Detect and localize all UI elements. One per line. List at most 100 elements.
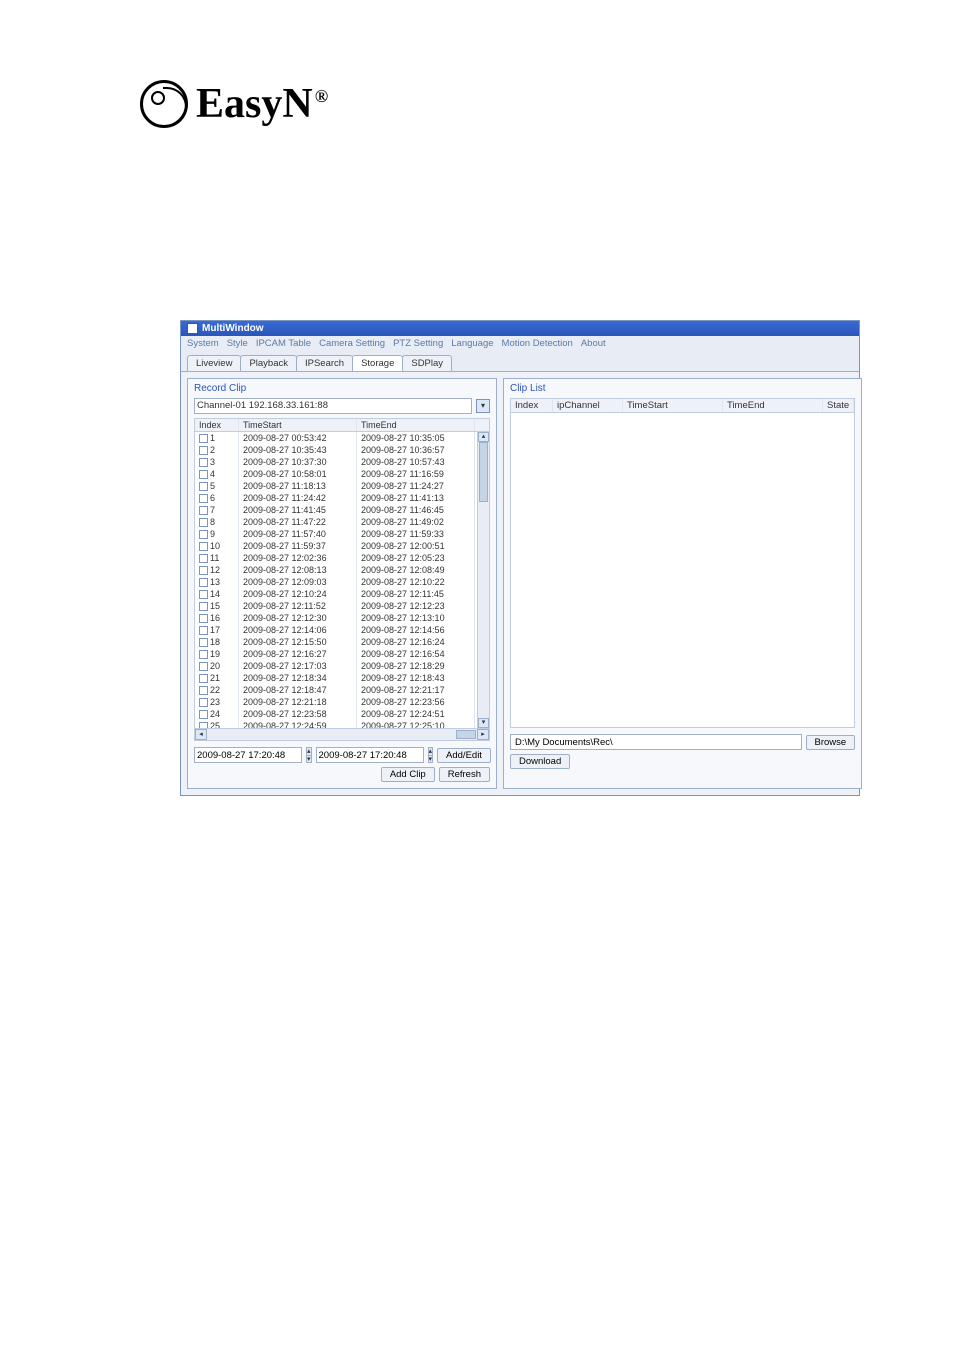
- row-index: 5: [210, 481, 215, 491]
- channel-select[interactable]: Channel-01 192.168.33.161:88: [194, 398, 472, 414]
- chevron-down-icon[interactable]: ▾: [476, 399, 490, 413]
- menu-item[interactable]: IPCAM Table: [256, 338, 311, 349]
- menu-item[interactable]: PTZ Setting: [393, 338, 443, 349]
- start-datetime-input[interactable]: [194, 747, 302, 763]
- table-row[interactable]: 32009-08-27 10:37:302009-08-27 10:57:43: [195, 456, 489, 468]
- col-timestart[interactable]: TimeStart: [623, 399, 723, 412]
- row-checkbox[interactable]: [199, 590, 208, 599]
- table-row[interactable]: 102009-08-27 11:59:372009-08-27 12:00:51: [195, 540, 489, 552]
- row-index: 23: [210, 697, 220, 707]
- row-checkbox[interactable]: [199, 710, 208, 719]
- table-row[interactable]: 72009-08-27 11:41:452009-08-27 11:46:45: [195, 504, 489, 516]
- row-checkbox[interactable]: [199, 722, 208, 729]
- menu-item[interactable]: Camera Setting: [319, 338, 385, 349]
- table-row[interactable]: 122009-08-27 12:08:132009-08-27 12:08:49: [195, 564, 489, 576]
- col-index[interactable]: Index: [511, 399, 553, 412]
- start-datetime-spinner[interactable]: ▴▾: [306, 747, 312, 763]
- table-row[interactable]: 92009-08-27 11:57:402009-08-27 11:59:33: [195, 528, 489, 540]
- row-checkbox[interactable]: [199, 542, 208, 551]
- row-checkbox[interactable]: [199, 626, 208, 635]
- row-timeend: 2009-08-27 12:10:22: [357, 576, 475, 588]
- tab-storage[interactable]: Storage: [352, 355, 403, 371]
- scroll-up-icon[interactable]: ▴: [478, 432, 489, 442]
- table-row[interactable]: 172009-08-27 12:14:062009-08-27 12:14:56: [195, 624, 489, 636]
- col-timestart[interactable]: TimeStart: [239, 419, 357, 431]
- browse-button[interactable]: Browse: [806, 735, 856, 750]
- table-row[interactable]: 52009-08-27 11:18:132009-08-27 11:24:27: [195, 480, 489, 492]
- table-row[interactable]: 162009-08-27 12:12:302009-08-27 12:13:10: [195, 612, 489, 624]
- table-row[interactable]: 82009-08-27 11:47:222009-08-27 11:49:02: [195, 516, 489, 528]
- table-row[interactable]: 152009-08-27 12:11:522009-08-27 12:12:23: [195, 600, 489, 612]
- tab-sdplay[interactable]: SDPlay: [402, 355, 452, 371]
- col-timeend[interactable]: TimeEnd: [357, 419, 475, 431]
- horizontal-scrollbar[interactable]: ◂ ▸: [195, 728, 489, 740]
- vertical-scrollbar[interactable]: ▴ ▾: [477, 432, 489, 728]
- logo-icon: [140, 80, 188, 128]
- row-checkbox[interactable]: [199, 506, 208, 515]
- row-checkbox[interactable]: [199, 602, 208, 611]
- row-checkbox[interactable]: [199, 494, 208, 503]
- row-checkbox[interactable]: [199, 578, 208, 587]
- row-checkbox[interactable]: [199, 650, 208, 659]
- row-index: 1: [210, 433, 215, 443]
- table-row[interactable]: 242009-08-27 12:23:582009-08-27 12:24:51: [195, 708, 489, 720]
- scroll-left-icon[interactable]: ◂: [195, 729, 207, 740]
- table-row[interactable]: 112009-08-27 12:02:362009-08-27 12:05:23: [195, 552, 489, 564]
- col-timeend[interactable]: TimeEnd: [723, 399, 823, 412]
- hscroll-thumb[interactable]: [456, 730, 476, 739]
- menu-item[interactable]: About: [581, 338, 606, 349]
- scroll-down-icon[interactable]: ▾: [478, 718, 489, 728]
- row-checkbox[interactable]: [199, 554, 208, 563]
- add-edit-button[interactable]: Add/Edit: [437, 748, 491, 763]
- table-row[interactable]: 42009-08-27 10:58:012009-08-27 11:16:59: [195, 468, 489, 480]
- row-checkbox[interactable]: [199, 662, 208, 671]
- table-row[interactable]: 22009-08-27 10:35:432009-08-27 10:36:57: [195, 444, 489, 456]
- row-index: 17: [210, 625, 220, 635]
- row-checkbox[interactable]: [199, 674, 208, 683]
- row-checkbox[interactable]: [199, 446, 208, 455]
- table-row[interactable]: 132009-08-27 12:09:032009-08-27 12:10:22: [195, 576, 489, 588]
- table-row[interactable]: 222009-08-27 12:18:472009-08-27 12:21:17: [195, 684, 489, 696]
- tab-liveview[interactable]: Liveview: [187, 355, 241, 371]
- table-row[interactable]: 202009-08-27 12:17:032009-08-27 12:18:29: [195, 660, 489, 672]
- download-button[interactable]: Download: [510, 754, 570, 769]
- menu-item[interactable]: System: [187, 338, 219, 349]
- table-row[interactable]: 192009-08-27 12:16:272009-08-27 12:16:54: [195, 648, 489, 660]
- menu-item[interactable]: Style: [227, 338, 248, 349]
- table-row[interactable]: 252009-08-27 12:24:592009-08-27 12:25:10: [195, 720, 489, 728]
- row-checkbox[interactable]: [199, 686, 208, 695]
- table-row[interactable]: 212009-08-27 12:18:342009-08-27 12:18:43: [195, 672, 489, 684]
- tab-ipsearch[interactable]: IPSearch: [296, 355, 353, 371]
- scroll-right-icon[interactable]: ▸: [477, 729, 489, 740]
- table-row[interactable]: 182009-08-27 12:15:502009-08-27 12:16:24: [195, 636, 489, 648]
- end-datetime-spinner[interactable]: ▴▾: [428, 747, 434, 763]
- row-checkbox[interactable]: [199, 458, 208, 467]
- table-row[interactable]: 232009-08-27 12:21:182009-08-27 12:23:56: [195, 696, 489, 708]
- table-row[interactable]: 142009-08-27 12:10:242009-08-27 12:11:45: [195, 588, 489, 600]
- menubar: System Style IPCAM Table Camera Setting PTZ …: [181, 336, 859, 351]
- scroll-thumb[interactable]: [479, 442, 488, 502]
- row-checkbox[interactable]: [199, 698, 208, 707]
- row-checkbox[interactable]: [199, 614, 208, 623]
- row-checkbox[interactable]: [199, 566, 208, 575]
- row-index: 13: [210, 577, 220, 587]
- col-index[interactable]: Index: [195, 419, 239, 431]
- col-ipchannel[interactable]: ipChannel: [553, 399, 623, 412]
- col-state[interactable]: State: [823, 399, 854, 412]
- menu-item[interactable]: Motion Detection: [502, 338, 573, 349]
- row-checkbox[interactable]: [199, 638, 208, 647]
- row-checkbox[interactable]: [199, 434, 208, 443]
- refresh-button[interactable]: Refresh: [439, 767, 490, 782]
- end-datetime-input[interactable]: [316, 747, 424, 763]
- row-timeend: 2009-08-27 12:11:45: [357, 588, 475, 600]
- row-checkbox[interactable]: [199, 470, 208, 479]
- table-row[interactable]: 62009-08-27 11:24:422009-08-27 11:41:13: [195, 492, 489, 504]
- table-row[interactable]: 12009-08-27 00:53:422009-08-27 10:35:05: [195, 432, 489, 444]
- row-checkbox[interactable]: [199, 530, 208, 539]
- menu-item[interactable]: Language: [451, 338, 493, 349]
- row-checkbox[interactable]: [199, 482, 208, 491]
- tab-playback[interactable]: Playback: [240, 355, 297, 371]
- row-checkbox[interactable]: [199, 518, 208, 527]
- download-path-input[interactable]: [510, 734, 802, 750]
- add-clip-button[interactable]: Add Clip: [381, 767, 435, 782]
